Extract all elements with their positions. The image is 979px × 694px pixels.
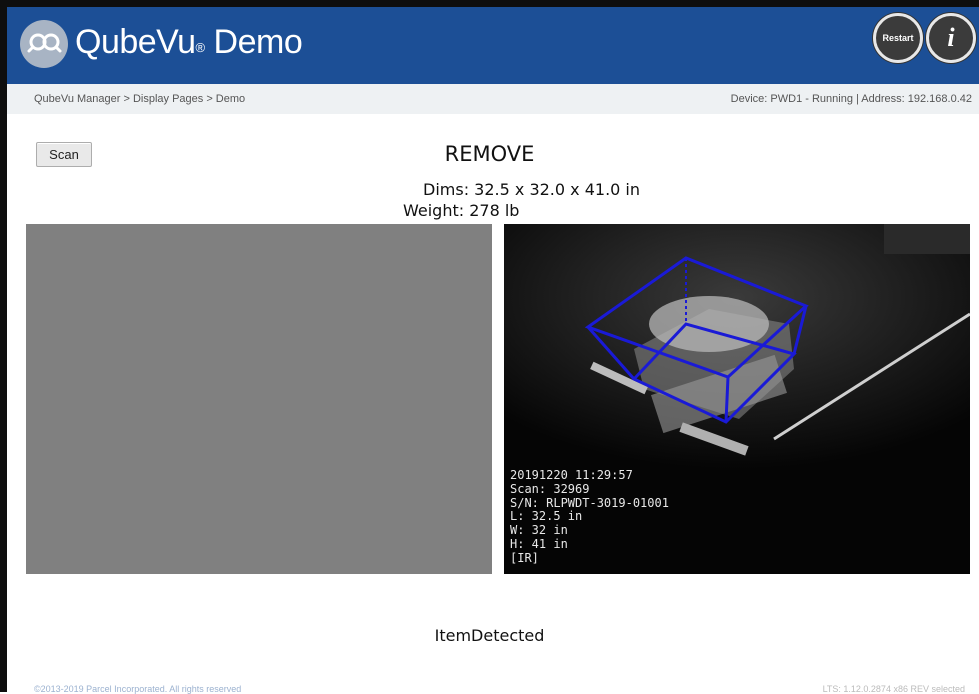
- app-title: QubeVu® Demo: [75, 20, 303, 64]
- detection-status: ItemDetected: [434, 626, 545, 645]
- camera-image-panel: 20191220 11:29:57 Scan: 32969 S/N: RLPWDT-…: [504, 224, 970, 574]
- overlay-timestamp: 20191220 11:29:57: [510, 468, 633, 482]
- window-border-left: [0, 0, 7, 692]
- weight-readout: Weight: 278 lb: [403, 201, 519, 220]
- overlay-length: L: 32.5 in: [510, 509, 583, 524]
- overlay-serial: S/N: RLPWDT-3019-01001: [510, 495, 669, 510]
- device-status: Device: PWD1 - Running | Address: 192.16…: [730, 93, 972, 105]
- dimensions-readout: Dims: 32.5 x 32.0 x 41.0 in: [423, 180, 640, 199]
- footer-version: LTS: 1.12.0.2874 x86 REV selected: [822, 684, 965, 694]
- overlay-height: H: 41 in: [510, 536, 568, 551]
- weight-value: 278 lb: [469, 201, 520, 220]
- overlay-mode: [IR]: [510, 550, 539, 565]
- camera-overlay-text: 20191220 11:29:57 Scan: 32969 S/N: RLPWDT-…: [510, 468, 669, 566]
- overlay-width: W: 32 in: [510, 523, 568, 538]
- registered-mark: ®: [195, 40, 206, 55]
- dims-value: 32.5 x 32.0 x 41.0 in: [474, 180, 640, 199]
- restart-label: Restart: [882, 33, 914, 43]
- left-image-panel: [26, 224, 492, 574]
- footer-copyright: ©2013-2019 Parcel Incorporated. All righ…: [34, 684, 242, 694]
- info-button[interactable]: i: [926, 13, 976, 63]
- app-subtitle: Demo: [213, 23, 303, 61]
- overlay-scan: Scan: 32969: [510, 481, 590, 496]
- breadcrumb-bar: QubeVu Manager > Display Pages > Demo De…: [7, 84, 979, 114]
- app-header: QubeVu® Demo Restart i: [7, 7, 979, 84]
- app-name: QubeVu: [75, 23, 196, 61]
- status-title: REMOVE: [444, 142, 535, 166]
- weight-label: Weight:: [403, 201, 465, 220]
- qubevu-logo-icon: [20, 20, 68, 68]
- window-border-top: [0, 0, 979, 7]
- dims-label: Dims:: [423, 180, 470, 199]
- breadcrumb: QubeVu Manager > Display Pages > Demo: [34, 93, 246, 105]
- restart-button[interactable]: Restart: [873, 13, 923, 63]
- info-icon: i: [947, 23, 955, 52]
